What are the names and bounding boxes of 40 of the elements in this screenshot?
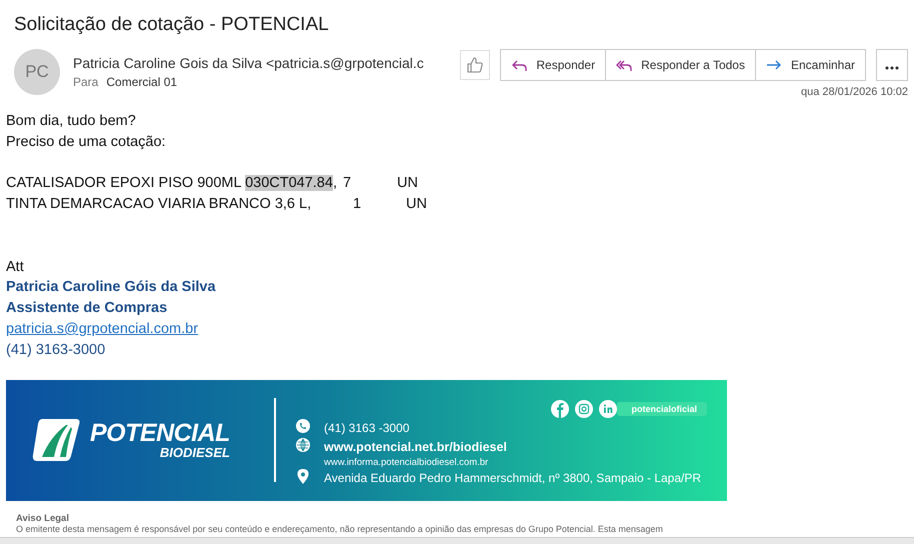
item-quantity: 7 <box>343 174 352 194</box>
email-subject: Solicitação de cotação - POTENCIAL <box>14 14 329 36</box>
signature-role: Assistente de Compras <box>6 300 168 316</box>
to-label: Para <box>73 75 98 89</box>
brand-name: POTENCIAL <box>90 421 230 446</box>
closing-text: Att <box>6 258 25 277</box>
contact-text: (41) 3163 -3000 <box>324 421 410 436</box>
sender-name: Patricia Caroline Gois da Silva <patricia.s@grpotencial.c <box>73 55 425 71</box>
contact-text: Avenida Eduardo Pedro Hammerschmidt, nº 3800, Sampaio - Lapa/PR <box>324 471 702 486</box>
facebook-icon[interactable] <box>551 400 570 418</box>
instagram-icon[interactable] <box>575 400 594 418</box>
item-quantity: 1 <box>353 195 362 214</box>
legal-title: Aviso Legal <box>16 512 70 524</box>
more-button[interactable] <box>876 49 908 81</box>
more-icon <box>885 66 899 70</box>
logo-icon <box>32 419 80 462</box>
phone-icon <box>296 419 310 434</box>
recipient: Comercial 01 <box>106 75 178 89</box>
body-text: Preciso de uma cotação: <box>6 132 167 152</box>
signature-name: Patricia Caroline Góis da Silva <box>6 279 216 296</box>
contact-text: www.informa.potencialbiodiesel.com.br <box>324 457 490 468</box>
brand-subtitle: BIODIESEL <box>160 446 230 460</box>
like-button[interactable] <box>460 50 490 80</box>
email-link[interactable]: patricia.s@grpotencial.com.br <box>6 320 198 337</box>
globe-icon <box>296 438 310 454</box>
item-description: TINTA DEMARCACAO VIARIA BRANCO 3,6 L, <box>6 195 312 214</box>
thumbs-up-icon <box>467 57 484 73</box>
item-unit: UN <box>406 195 427 214</box>
contact-text: www.potencial.net.br/biodiesel <box>324 440 508 454</box>
linkedin-icon[interactable] <box>599 400 618 418</box>
received-date: qua 28/01/2026 10:02 <box>800 86 908 98</box>
social-handle: potencialoficial <box>617 402 707 416</box>
item-description: CATALISADOR EPOXI PISO 900ML 030CT047.84, <box>6 174 338 194</box>
body-text: Bom dia, tudo bem? <box>6 112 137 131</box>
item-unit: UN <box>397 174 418 194</box>
sender-avatar: PC <box>14 49 60 95</box>
scroll-bar[interactable] <box>0 537 914 544</box>
signature-phone: (41) 3163-3000 <box>6 342 106 358</box>
legal-text: O emitente desta mensagem é responsável por seu conteúdo e endereçamento, não representando a opinião das empresas do Grupo Potencial. Esta mensagem <box>16 524 664 535</box>
location-pin-icon <box>296 469 310 484</box>
